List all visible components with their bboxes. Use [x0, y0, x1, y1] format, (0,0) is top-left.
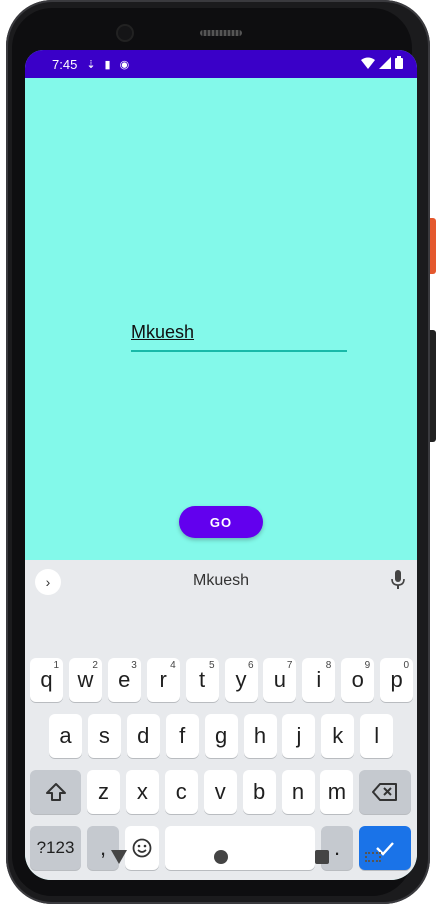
wifi-icon [361, 57, 375, 69]
key-label: s [98, 723, 110, 748]
backspace-icon [372, 783, 397, 801]
key-label: k [332, 723, 344, 748]
name-input[interactable]: Mkuesh [131, 320, 347, 352]
key-label: j [296, 723, 302, 748]
key-number-hint: 9 [364, 660, 371, 671]
key-d[interactable]: d [126, 714, 160, 758]
key-c[interactable]: c [164, 770, 198, 814]
key-t[interactable]: t5 [185, 658, 219, 702]
microphone-icon[interactable] [391, 570, 405, 590]
key-r[interactable]: r4 [146, 658, 180, 702]
key-v[interactable]: v [203, 770, 237, 814]
shift-key[interactable] [30, 770, 81, 814]
key-number-hint: 7 [286, 660, 293, 671]
key-g[interactable]: g [204, 714, 238, 758]
key-label: t [199, 667, 206, 692]
key-i[interactable]: i8 [302, 658, 336, 702]
key-w[interactable]: w2 [68, 658, 102, 702]
suggestion-strip: › Mkuesh [25, 560, 417, 604]
key-l[interactable]: l [360, 714, 394, 758]
front-camera [118, 26, 132, 40]
key-z[interactable]: z [87, 770, 120, 814]
status-right-icons [361, 56, 403, 69]
status-time: 7:45 [52, 56, 78, 72]
key-label: u [273, 667, 287, 692]
navigation-bar [25, 840, 417, 880]
record-icon: ◉ [119, 58, 130, 71]
key-f[interactable]: f [165, 714, 199, 758]
key-x[interactable]: x [125, 770, 159, 814]
key-j[interactable]: j [282, 714, 316, 758]
key-label: o [351, 667, 364, 692]
key-label: w [77, 667, 94, 692]
key-number-hint: 3 [131, 660, 137, 671]
battery-icon [395, 56, 403, 69]
power-button [430, 218, 436, 274]
key-label: p [390, 667, 403, 692]
key-number-hint: 4 [170, 660, 176, 671]
key-u[interactable]: u7 [263, 658, 297, 702]
key-q[interactable]: q1 [30, 658, 63, 702]
key-y[interactable]: y6 [224, 658, 258, 702]
key-number-hint: 5 [209, 660, 215, 671]
key-label: b [252, 779, 266, 804]
signal-icon [379, 56, 391, 69]
back-icon[interactable] [111, 850, 127, 864]
key-label: c [175, 779, 187, 804]
key-label: h [253, 723, 267, 748]
key-p[interactable]: p0 [380, 658, 414, 702]
backspace-key[interactable] [359, 770, 411, 814]
key-m[interactable]: m [320, 770, 354, 814]
key-label: a [59, 723, 72, 748]
key-label: x [136, 779, 148, 804]
key-k[interactable]: k [321, 714, 355, 758]
key-label: q [40, 667, 53, 692]
status-bar: 7:45 ⇣ ▮ ◉ [25, 50, 417, 78]
key-number-hint: 6 [247, 660, 254, 671]
key-number-hint: 0 [403, 660, 410, 671]
key-label: f [179, 723, 186, 748]
key-number-hint: 2 [92, 660, 98, 671]
key-label: i [316, 667, 322, 692]
key-label: y [235, 667, 247, 692]
key-a[interactable]: a [49, 714, 82, 758]
keyboard-switch-icon[interactable] [365, 852, 381, 862]
name-input-value: Mkuesh [131, 322, 195, 342]
soft-keyboard: › Mkuesh ?123 , . q1w2e3r4t5y6u7i8o9p0as… [25, 560, 417, 880]
suggestion-word[interactable]: Mkuesh [25, 572, 417, 590]
key-label: m [327, 779, 347, 804]
volume-button [430, 330, 436, 442]
key-label: d [137, 723, 150, 748]
key-h[interactable]: h [243, 714, 277, 758]
key-label: l [374, 723, 380, 748]
key-label: g [214, 723, 228, 748]
shift-icon [45, 783, 66, 801]
download-icon: ⇣ [86, 58, 96, 71]
sd-card-icon: ▮ [104, 58, 111, 71]
key-label: r [159, 667, 167, 692]
key-label: n [291, 779, 305, 804]
recents-icon[interactable] [315, 850, 329, 864]
key-number-hint: 8 [325, 660, 332, 671]
go-button[interactable]: GO [179, 506, 263, 538]
key-number-hint: 1 [53, 660, 59, 671]
key-s[interactable]: s [87, 714, 121, 758]
key-n[interactable]: n [281, 770, 315, 814]
key-e[interactable]: e3 [107, 658, 141, 702]
key-label: v [214, 779, 226, 804]
key-o[interactable]: o9 [341, 658, 375, 702]
key-label: z [98, 779, 109, 804]
home-icon[interactable] [214, 850, 228, 864]
key-label: e [118, 667, 131, 692]
key-b[interactable]: b [242, 770, 276, 814]
screen: 7:45 ⇣ ▮ ◉ Mkuesh GO › Mkuesh ?123 , . q… [25, 50, 417, 880]
earpiece-speaker [200, 30, 242, 36]
